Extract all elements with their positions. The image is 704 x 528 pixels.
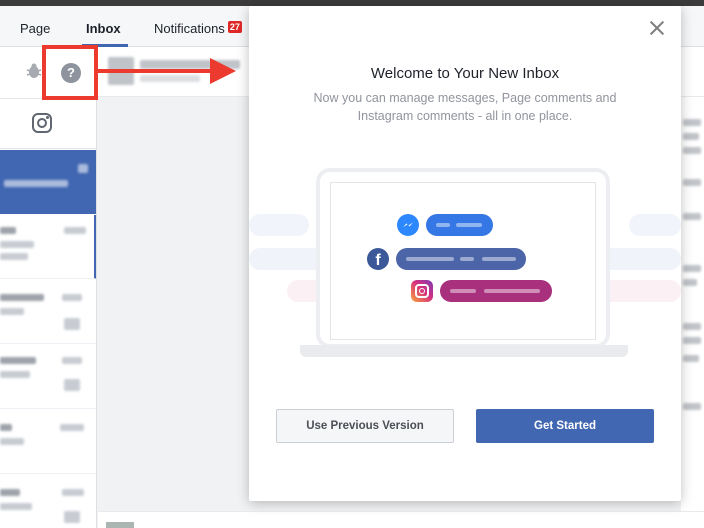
messenger-icon	[397, 214, 419, 236]
conv-preview	[0, 253, 28, 260]
tab-notifications[interactable]: Notifications 27	[154, 6, 242, 47]
instagram-message-pill	[440, 280, 552, 302]
conv-time	[62, 357, 82, 364]
selected-conv-text	[4, 180, 68, 187]
list-item[interactable]	[0, 280, 96, 344]
bug-icon[interactable]	[25, 62, 43, 80]
conv-preview	[0, 241, 34, 248]
conv-thumb	[64, 379, 80, 391]
tab-notifications-label: Notifications	[154, 21, 225, 36]
conv-thumb	[64, 511, 80, 523]
conv-time	[60, 424, 84, 431]
conv-preview	[0, 294, 44, 301]
conversation-sidebar: ?	[0, 47, 97, 528]
welcome-dialog: Welcome to Your New Inbox Now you can ma…	[249, 6, 681, 501]
dialog-title: Welcome to Your New Inbox	[370, 65, 560, 82]
tab-inbox[interactable]: Inbox	[86, 6, 121, 47]
annotation-arrow-line	[98, 69, 216, 73]
list-item[interactable]	[0, 345, 96, 409]
get-started-button[interactable]: Get Started	[476, 409, 654, 443]
ghost-bubble	[249, 214, 309, 236]
conv-preview	[0, 371, 30, 378]
list-item[interactable]	[0, 475, 96, 528]
inbox-illustration: f	[249, 166, 681, 366]
conv-preview	[0, 424, 12, 431]
facebook-message-pill	[396, 248, 526, 270]
list-item[interactable]	[0, 410, 96, 474]
facebook-icon: f	[367, 248, 389, 270]
use-previous-version-button[interactable]: Use Previous Version	[276, 409, 454, 443]
conv-preview	[0, 227, 16, 234]
conv-preview	[0, 489, 20, 496]
instagram-icon	[411, 280, 433, 302]
conversation-selected[interactable]	[0, 150, 96, 214]
conv-thumb	[64, 318, 80, 330]
list-item[interactable]	[0, 215, 96, 279]
conv-preview	[0, 308, 24, 315]
instagram-icon	[32, 113, 52, 133]
instagram-filter[interactable]	[0, 99, 96, 149]
conv-time	[62, 489, 84, 496]
conv-time	[62, 294, 82, 301]
conv-preview	[0, 503, 32, 510]
annotation-arrow-head	[210, 58, 236, 84]
conv-preview	[0, 438, 24, 445]
tab-page[interactable]: Page	[20, 6, 50, 47]
conv-preview	[0, 357, 36, 364]
conv-time	[64, 227, 86, 234]
ghost-bubble	[629, 214, 681, 236]
close-icon[interactable]	[645, 16, 669, 40]
messenger-message-pill	[426, 214, 493, 236]
laptop-base	[300, 345, 628, 357]
selected-conv-badge	[78, 164, 88, 173]
notifications-count-badge: 27	[227, 21, 242, 33]
dialog-subtitle: Now you can manage messages, Page commen…	[313, 91, 617, 123]
help-icon-highlight	[42, 45, 98, 100]
